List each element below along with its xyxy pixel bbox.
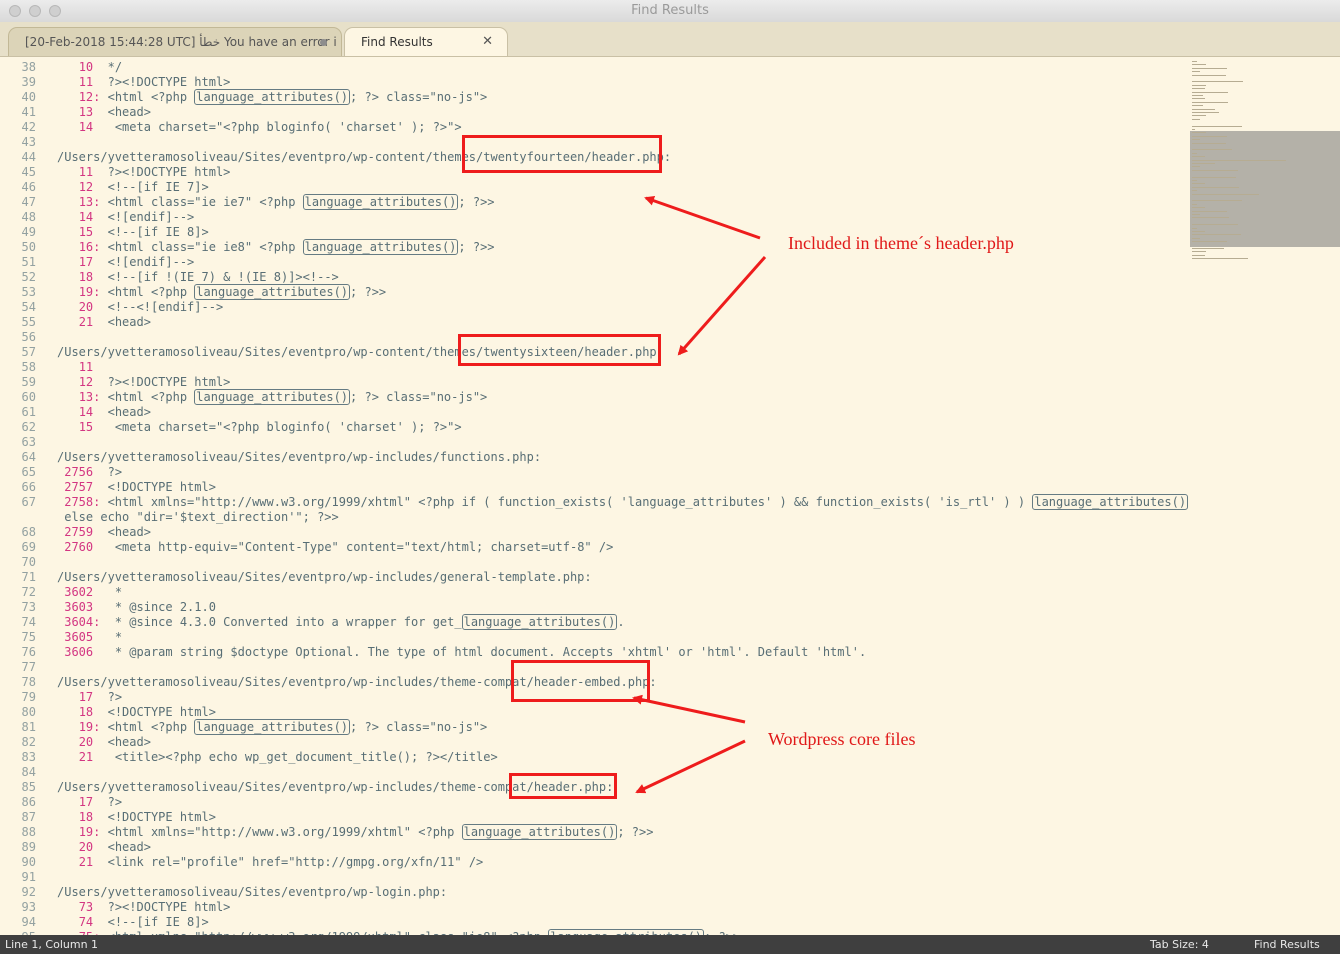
annotation-core-label: Wordpress core files: [768, 729, 916, 749]
annotation-arrow: [644, 195, 761, 240]
annotation-layer: [632, 195, 767, 794]
highlight-box-twentysixteen: [458, 334, 661, 366]
status-bar: Line 1, Column 1 Tab Size: 4 Find Result…: [0, 935, 1340, 954]
annotation-theme-label: Included in theme´s header.php: [788, 233, 1014, 253]
annotation-arrow: [635, 739, 746, 794]
annotation-arrow: [677, 256, 767, 356]
syntax-selector[interactable]: Find Results: [1254, 935, 1320, 954]
annotation-arrow: [632, 694, 746, 724]
highlight-box-header: [509, 773, 617, 799]
highlight-box-twentyfourteen: [462, 135, 662, 173]
tab-size-selector[interactable]: Tab Size: 4: [1150, 935, 1209, 954]
highlight-box-header-embed: [511, 660, 650, 702]
cursor-position: Line 1, Column 1: [5, 938, 99, 951]
